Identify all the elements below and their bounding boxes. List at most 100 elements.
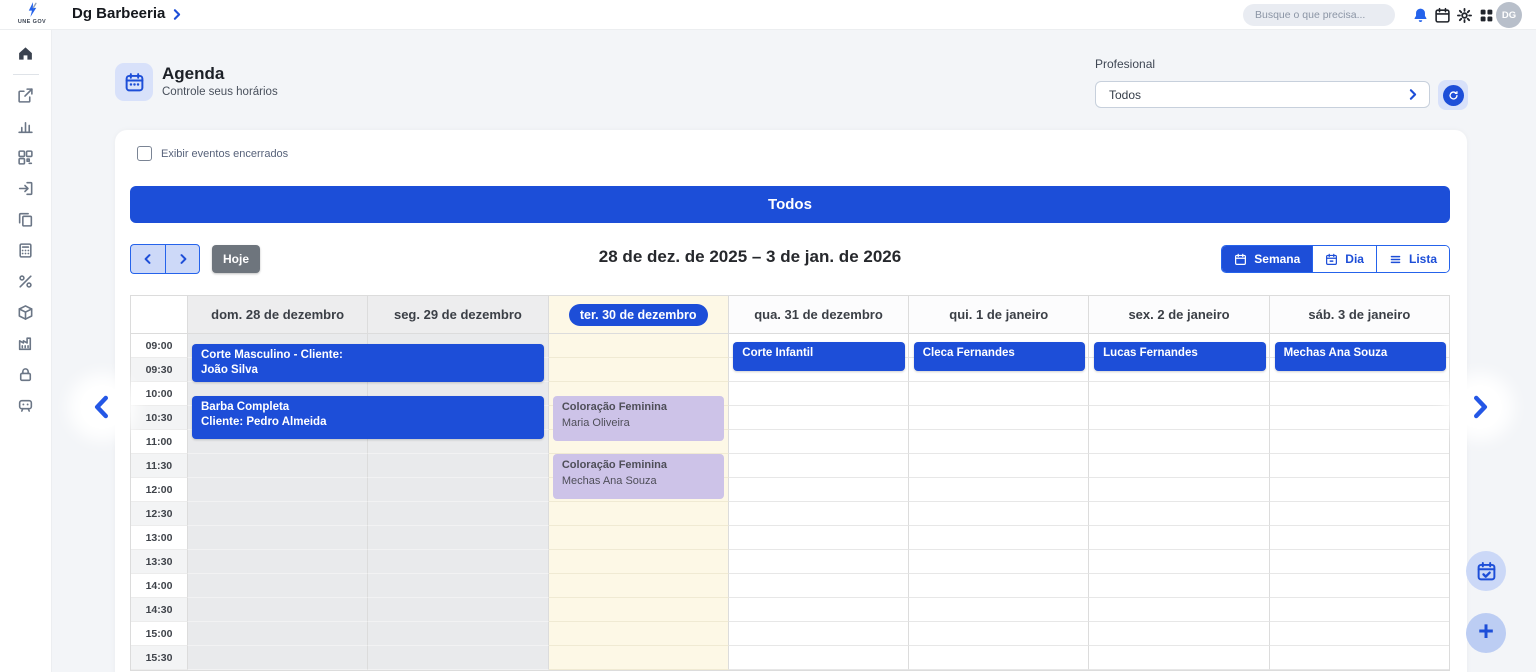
sidebar-item-home[interactable]	[9, 38, 43, 69]
time-slot-cell[interactable]	[368, 622, 548, 646]
time-slot-cell[interactable]	[909, 598, 1089, 622]
time-slot-cell[interactable]	[1270, 598, 1449, 622]
time-slot-cell[interactable]	[909, 574, 1089, 598]
professional-select[interactable]: Todos	[1095, 81, 1430, 108]
time-slot-cell[interactable]	[1089, 574, 1269, 598]
time-slot-cell[interactable]	[909, 430, 1089, 454]
view-button-dia[interactable]: Dia	[1312, 246, 1376, 272]
apps-grid-icon[interactable]	[1478, 7, 1495, 24]
time-slot-cell[interactable]	[909, 478, 1089, 502]
sidebar-item-calculator[interactable]	[9, 235, 43, 266]
time-slot-cell[interactable]	[1270, 550, 1449, 574]
time-slot-cell[interactable]	[909, 406, 1089, 430]
sidebar-item-bar-chart[interactable]	[9, 111, 43, 142]
calendar-event[interactable]: Barba CompletaCliente: Pedro Almeida	[192, 396, 544, 439]
time-slot-cell[interactable]	[1270, 622, 1449, 646]
time-slot-cell[interactable]	[368, 454, 548, 478]
time-slot-cell[interactable]	[549, 358, 729, 382]
calendar-event[interactable]: Cleca Fernandes	[914, 342, 1085, 371]
view-button-lista[interactable]: Lista	[1376, 246, 1449, 272]
sidebar-item-share[interactable]	[9, 80, 43, 111]
time-slot-cell[interactable]	[1270, 430, 1449, 454]
time-slot-cell[interactable]	[368, 598, 548, 622]
time-slot-cell[interactable]	[188, 454, 368, 478]
time-slot-cell[interactable]	[188, 646, 368, 670]
time-slot-cell[interactable]	[188, 502, 368, 526]
time-slot-cell[interactable]	[1270, 574, 1449, 598]
calendar-icon[interactable]	[1434, 7, 1451, 24]
time-slot-cell[interactable]	[729, 526, 909, 550]
company-switcher[interactable]: Dg Barbeeria	[72, 5, 183, 22]
sidebar-item-support[interactable]	[9, 390, 43, 421]
time-slot-cell[interactable]	[188, 574, 368, 598]
time-slot-cell[interactable]	[909, 646, 1089, 670]
sidebar-item-copy[interactable]	[9, 204, 43, 235]
time-slot-cell[interactable]	[729, 502, 909, 526]
time-slot-cell[interactable]	[1270, 454, 1449, 478]
scroll-left-button[interactable]	[80, 385, 124, 429]
time-slot-cell[interactable]	[368, 478, 548, 502]
time-slot-cell[interactable]	[1089, 550, 1269, 574]
time-slot-cell[interactable]	[1270, 478, 1449, 502]
time-slot-cell[interactable]	[368, 646, 548, 670]
sidebar-item-qr-code[interactable]	[9, 142, 43, 173]
time-slot-cell[interactable]	[1089, 622, 1269, 646]
sidebar-item-login[interactable]	[9, 173, 43, 204]
time-slot-cell[interactable]	[909, 382, 1089, 406]
calendar-event[interactable]: Corte Masculino - Cliente:João Silva	[192, 344, 544, 382]
time-slot-cell[interactable]	[909, 526, 1089, 550]
time-slot-cell[interactable]	[1270, 646, 1449, 670]
time-slot-cell[interactable]	[729, 598, 909, 622]
time-slot-cell[interactable]	[188, 598, 368, 622]
sidebar-item-percent[interactable]	[9, 266, 43, 297]
app-logo[interactable]: UNE GOV	[12, 1, 52, 25]
calendar-event[interactable]: Coloração FemininaMechas Ana Souza	[553, 454, 724, 499]
time-slot-cell[interactable]	[909, 454, 1089, 478]
time-slot-cell[interactable]	[1270, 502, 1449, 526]
calendar-event[interactable]: Lucas Fernandes	[1094, 342, 1265, 371]
time-slot-cell[interactable]	[1089, 478, 1269, 502]
refresh-button[interactable]	[1438, 80, 1468, 110]
time-slot-cell[interactable]	[729, 478, 909, 502]
time-slot-cell[interactable]	[729, 382, 909, 406]
time-slot-cell[interactable]	[188, 622, 368, 646]
time-slot-cell[interactable]	[1089, 526, 1269, 550]
time-slot-cell[interactable]	[729, 574, 909, 598]
time-slot-cell[interactable]	[729, 646, 909, 670]
time-slot-cell[interactable]	[909, 550, 1089, 574]
show-closed-checkbox[interactable]: Exibir eventos encerrados	[137, 146, 288, 161]
gear-icon[interactable]	[1456, 7, 1473, 24]
scroll-right-button[interactable]	[1458, 385, 1502, 429]
view-button-semana[interactable]: Semana	[1222, 246, 1312, 272]
time-slot-cell[interactable]	[549, 646, 729, 670]
time-slot-cell[interactable]	[368, 574, 548, 598]
time-slot-cell[interactable]	[1089, 454, 1269, 478]
time-slot-cell[interactable]	[1089, 598, 1269, 622]
time-slot-cell[interactable]	[729, 430, 909, 454]
time-slot-cell[interactable]	[909, 502, 1089, 526]
sidebar-item-lock[interactable]	[9, 359, 43, 390]
time-slot-cell[interactable]	[549, 502, 729, 526]
calendar-event[interactable]: Corte Infantil	[733, 342, 904, 371]
sidebar-item-package[interactable]	[9, 297, 43, 328]
time-slot-cell[interactable]	[368, 526, 548, 550]
avatar[interactable]: DG	[1496, 2, 1522, 28]
time-slot-cell[interactable]	[729, 622, 909, 646]
time-slot-cell[interactable]	[1089, 430, 1269, 454]
time-slot-cell[interactable]	[549, 526, 729, 550]
time-slot-cell[interactable]	[368, 502, 548, 526]
time-slot-cell[interactable]	[909, 622, 1089, 646]
time-slot-cell[interactable]	[1089, 502, 1269, 526]
time-slot-cell[interactable]	[729, 454, 909, 478]
time-slot-cell[interactable]	[1089, 646, 1269, 670]
calendar-event[interactable]: Mechas Ana Souza	[1275, 342, 1446, 371]
add-appointment-fab[interactable]: +	[1466, 613, 1506, 653]
time-slot-cell[interactable]	[1270, 382, 1449, 406]
time-slot-cell[interactable]	[549, 622, 729, 646]
time-slot-cell[interactable]	[188, 550, 368, 574]
time-slot-cell[interactable]	[1270, 406, 1449, 430]
calendar-event[interactable]: Coloração FemininaMaria Oliveira	[553, 396, 724, 441]
sidebar-item-factory[interactable]	[9, 328, 43, 359]
time-slot-cell[interactable]	[729, 550, 909, 574]
time-slot-cell[interactable]	[188, 478, 368, 502]
